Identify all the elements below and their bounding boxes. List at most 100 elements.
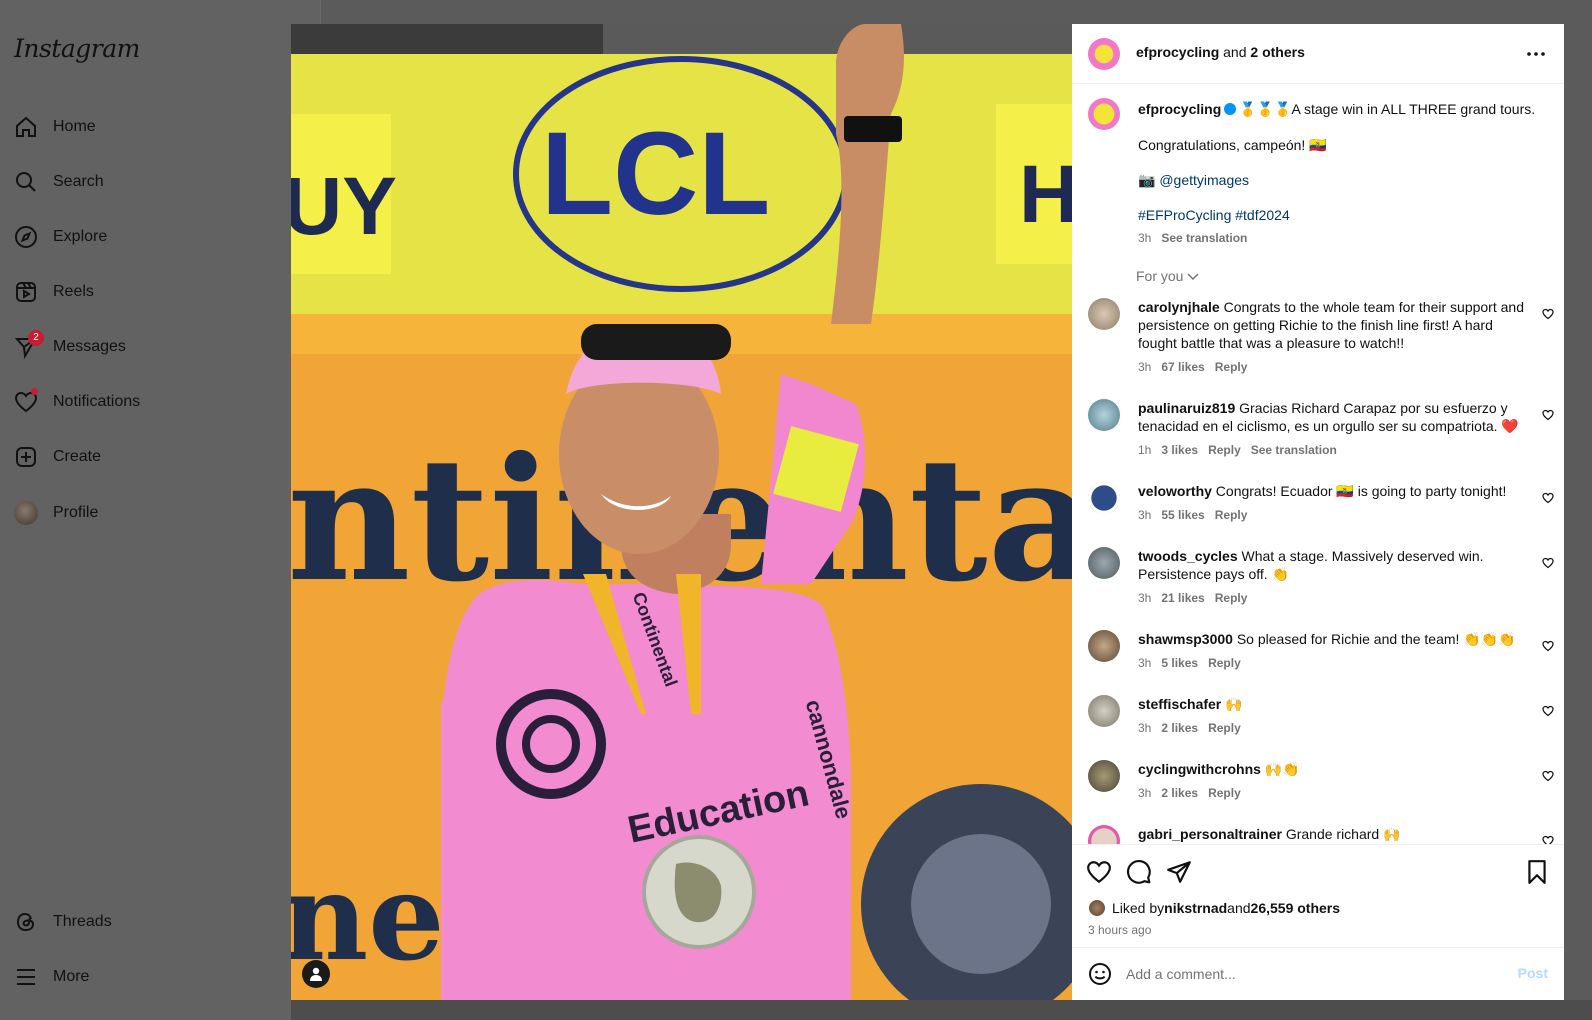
- like-comment-icon[interactable]: [1542, 705, 1554, 717]
- post-timestamp[interactable]: 3 hours ago: [1088, 923, 1151, 937]
- commenter-avatar[interactable]: [1088, 630, 1120, 662]
- banner-right-text: H: [1019, 149, 1072, 240]
- comment-text: Congrats! Ecuador 🇪🇨 is going to party t…: [1215, 483, 1507, 499]
- like-comment-icon[interactable]: [1542, 308, 1554, 320]
- sidebar-item-notifications[interactable]: Notifications: [12, 385, 140, 419]
- reply-button[interactable]: Reply: [1215, 508, 1248, 522]
- header-others[interactable]: 2 others: [1250, 44, 1304, 60]
- post-detail-panel: efprocycling and 2 others efprocycling 🥇🥇…: [1072, 24, 1564, 1000]
- comment-icon[interactable]: [1126, 859, 1152, 885]
- comment-input[interactable]: [1126, 964, 1506, 984]
- banner-left-text: UY: [291, 161, 397, 252]
- comment-time: 1h: [1138, 443, 1152, 457]
- post-comment-button[interactable]: Post: [1518, 965, 1548, 981]
- reply-button[interactable]: Reply: [1208, 656, 1241, 670]
- like-comment-icon[interactable]: [1542, 557, 1554, 569]
- like-comment-icon[interactable]: [1542, 492, 1554, 504]
- commenter-avatar[interactable]: [1088, 695, 1120, 727]
- sidebar-item-label: More: [53, 968, 90, 985]
- comment-username[interactable]: veloworthy: [1138, 483, 1212, 499]
- sidebar-item-profile[interactable]: Profile: [12, 496, 98, 530]
- bookmark-icon[interactable]: [1524, 859, 1550, 885]
- commenter-avatar[interactable]: [1088, 760, 1120, 792]
- camera-emoji: 📷: [1138, 172, 1156, 188]
- collab-avatar[interactable]: [1088, 38, 1120, 70]
- sidebar-item-create[interactable]: Create: [12, 440, 101, 474]
- comment-likes[interactable]: 2 likes: [1161, 786, 1198, 800]
- post-header: efprocycling and 2 others: [1072, 24, 1564, 84]
- chevron-down-icon: [1187, 273, 1199, 281]
- comment-username[interactable]: steffischafer: [1138, 696, 1221, 712]
- author-avatar[interactable]: [1088, 98, 1120, 130]
- reply-button[interactable]: Reply: [1208, 721, 1241, 735]
- comment-username[interactable]: gabri_personaltrainer: [1138, 826, 1282, 842]
- comment-likes[interactable]: 67 likes: [1161, 360, 1204, 374]
- comment-likes[interactable]: 55 likes: [1161, 508, 1204, 522]
- instagram-logo[interactable]: Instagram: [14, 34, 140, 63]
- hashtags[interactable]: #EFProCycling #tdf2024: [1138, 206, 1548, 224]
- caption-line2: Congratulations, campeón! 🇪🇨: [1138, 137, 1327, 153]
- comment-likes[interactable]: 3 likes: [1161, 443, 1198, 457]
- sort-label: For you: [1136, 268, 1184, 284]
- sidebar-item-reels[interactable]: Reels: [12, 275, 94, 309]
- overlay-backdrop-right[interactable]: [1564, 24, 1592, 1000]
- search-icon: [12, 168, 40, 196]
- commenter-avatar[interactable]: [1088, 547, 1120, 579]
- sidebar-item-label: Messages: [53, 338, 126, 355]
- comment-likes[interactable]: 5 likes: [1161, 656, 1198, 670]
- mention-link[interactable]: @gettyimages: [1159, 172, 1249, 188]
- liker-avatar[interactable]: [1088, 899, 1106, 917]
- comment-likes[interactable]: 21 likes: [1161, 591, 1204, 605]
- header-and: and: [1219, 44, 1251, 60]
- sidebar-item-messages[interactable]: 2 Messages: [12, 330, 126, 364]
- reply-button[interactable]: Reply: [1208, 786, 1241, 800]
- tagged-users-button[interactable]: [302, 960, 330, 988]
- commenter-avatar[interactable]: [1088, 825, 1120, 844]
- sidebar-item-explore[interactable]: Explore: [12, 220, 107, 254]
- comment-text: 🙌: [1225, 696, 1243, 712]
- post-actions: Liked by nikstrnad and 26,559 others 3 h…: [1072, 844, 1564, 1000]
- comment-username[interactable]: paulinaruiz819: [1138, 400, 1235, 416]
- share-icon[interactable]: [1166, 859, 1192, 885]
- liker-username[interactable]: nikstrnad: [1164, 900, 1227, 916]
- sidebar-item-home[interactable]: Home: [12, 110, 96, 144]
- like-comment-icon[interactable]: [1542, 409, 1554, 421]
- comment-likes[interactable]: 2 likes: [1161, 721, 1198, 735]
- reply-button[interactable]: Reply: [1215, 360, 1248, 374]
- comment-username[interactable]: twoods_cycles: [1138, 548, 1238, 564]
- like-icon[interactable]: [1086, 859, 1112, 885]
- like-comment-icon[interactable]: [1542, 835, 1554, 844]
- comment-time: 3h: [1138, 656, 1152, 670]
- comment-time: 3h: [1138, 786, 1152, 800]
- sidebar-item-threads[interactable]: Threads: [12, 905, 112, 939]
- emoji-icon[interactable]: [1088, 962, 1112, 986]
- caption-username[interactable]: efprocycling: [1138, 101, 1221, 117]
- comment-username[interactable]: shawmsp3000: [1138, 631, 1233, 647]
- see-translation-button[interactable]: See translation: [1251, 443, 1337, 457]
- commenter-avatar[interactable]: [1088, 298, 1120, 330]
- post-author: efprocycling and 2 others: [1136, 44, 1305, 60]
- comment-username[interactable]: carolynjhale: [1138, 299, 1220, 315]
- like-comment-icon[interactable]: [1542, 640, 1554, 652]
- liker-others[interactable]: 26,559 others: [1251, 900, 1341, 916]
- sidebar-item-more[interactable]: More: [12, 960, 89, 994]
- messenger-icon: 2: [12, 330, 44, 361]
- overlay-backdrop-bottom[interactable]: [291, 1000, 1592, 1020]
- comment-username[interactable]: cyclingwithcrohns: [1138, 761, 1261, 777]
- reply-button[interactable]: Reply: [1208, 443, 1241, 457]
- sidebar: Instagram Home Search Explore Reels 2 Me…: [0, 0, 321, 1020]
- sidebar-item-search[interactable]: Search: [12, 165, 104, 199]
- overlay-backdrop[interactable]: [321, 0, 1592, 24]
- commenter-avatar[interactable]: [1088, 399, 1120, 431]
- see-translation-button[interactable]: See translation: [1161, 231, 1247, 245]
- reply-button[interactable]: Reply: [1215, 591, 1248, 605]
- caption-line1: A stage win in ALL THREE grand tours.: [1291, 101, 1536, 117]
- post-image[interactable]: UY H LCL ntinental nent Education cannon…: [291, 24, 1072, 1000]
- more-options-icon[interactable]: [1526, 46, 1546, 62]
- user-icon: [310, 967, 322, 981]
- like-comment-icon[interactable]: [1542, 770, 1554, 782]
- comments-scroll[interactable]: efprocycling 🥇🥇🥇A stage win in ALL THREE …: [1072, 84, 1564, 844]
- commenter-avatar[interactable]: [1088, 482, 1120, 514]
- header-username[interactable]: efprocycling: [1136, 44, 1219, 60]
- comment-sort-dropdown[interactable]: For you: [1136, 268, 1199, 284]
